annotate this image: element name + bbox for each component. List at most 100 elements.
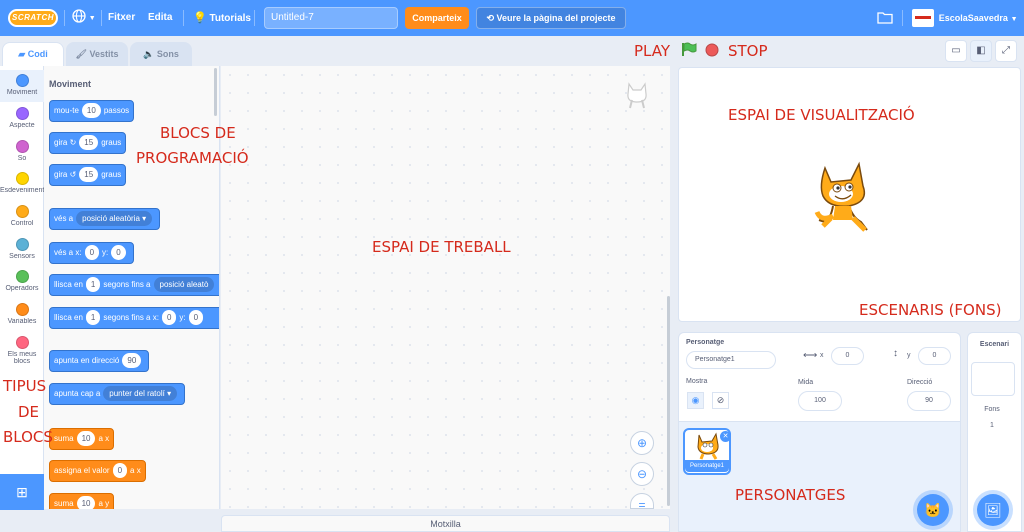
block-point-direction[interactable]: apunta en direcció 90 [49,350,150,372]
block-set-x[interactable]: assigna el valor 0 a x [49,460,146,482]
category-sensing[interactable]: Sensors [0,234,44,266]
palette-scrollbar[interactable] [214,68,217,116]
category-operators[interactable]: Operadors [0,266,44,298]
workspace-scrollbar[interactable] [667,296,670,506]
folder-icon [877,12,893,24]
account-menu[interactable]: EscolaSaavedra ▼ [912,0,1018,36]
block-input[interactable]: 10 [81,103,101,119]
green-flag-icon[interactable] [681,42,697,56]
block-dropdown[interactable]: punter del ratolí ▾ [103,386,178,402]
small-stage-button[interactable]: ▭ [945,40,967,62]
block-input[interactable]: 0 [112,463,128,479]
zoom-out-button[interactable]: ⊖ [630,462,654,486]
delete-sprite-button[interactable]: ✕ [720,431,731,442]
edit-menu[interactable]: Edita [148,0,172,36]
category-label: Els meus [7,351,37,358]
zoom-reset-button[interactable]: = [630,493,654,512]
category-my-blocks[interactable]: Els meus blocs [0,332,44,368]
share-button[interactable]: Comparteix [405,7,469,29]
category-dot [15,303,29,316]
zoom-in-button[interactable]: ⊕ [630,431,654,455]
extension-icon: ⊞ [16,484,28,500]
lightbulb-icon: 💡 [193,12,207,24]
tab-costumes[interactable]: 🖌 Vestits [66,42,128,66]
project-title-input[interactable]: Untitled-7 [264,7,398,29]
choose-backdrop-button[interactable]: 🖼 [977,494,1009,526]
category-label: Aspecte [9,122,35,129]
block-turn-left[interactable]: gira ↺ 15 graus [49,164,127,186]
sprite-cat-image[interactable] [811,160,877,236]
tab-sounds[interactable]: 🔈 Sons [130,42,192,66]
block-glide-xy[interactable]: llisca en 1 segons fins a x: 0 y: 0 [49,307,219,329]
see-project-page-button[interactable]: ⟲ Veure la pàgina del projecte [476,7,626,29]
stop-icon[interactable] [705,43,719,57]
direction-input[interactable]: 90 [907,391,951,411]
block-move-steps[interactable]: mou-te 10 passos [49,100,135,122]
tutorials-button[interactable]: 💡 Tutorials [193,0,251,36]
block-input[interactable]: 0 [188,310,204,326]
block-input[interactable]: 10 [76,496,96,509]
tutorials-label: Tutorials [209,13,251,24]
block-turn-right[interactable]: gira ↻ 15 graus [49,132,127,154]
category-variables[interactable]: Variables [0,299,44,331]
y-position-input[interactable]: 0 [918,347,951,365]
backpack-bar[interactable]: Motxilla [221,515,670,532]
hide-sprite-button[interactable]: ⊘ [712,392,729,409]
sprite-thumbnail-label: Personatge1 [685,460,729,472]
large-stage-icon: ◧ [976,45,986,56]
my-stuff-button[interactable] [877,0,893,36]
file-menu[interactable]: Fitxer [108,0,135,36]
show-sprite-button[interactable]: ◉ [687,392,704,409]
block-input[interactable]: 15 [79,135,99,151]
block-input[interactable]: 10 [76,431,96,447]
backdrop-thumbnail[interactable] [971,362,1015,396]
category-label: Operadors [5,285,39,292]
category-control[interactable]: Control [0,201,44,233]
block-goto[interactable]: vés a posició aleatòria ▾ [49,208,161,230]
block-input[interactable]: 1 [85,277,101,293]
category-sound[interactable]: So [0,136,44,168]
add-extension-button[interactable]: ⊞ [0,474,44,510]
block-goto-xy[interactable]: vés a x: 0 y: 0 [49,242,134,264]
eye-icon: ◉ [691,395,700,405]
annotation-sprites: PERSONATGES [735,486,846,504]
category-label: Moviment [6,89,38,96]
category-events[interactable]: Esdeveniments [0,168,44,200]
sprite-name-input[interactable]: Personatge1 [686,351,776,369]
size-input[interactable]: 100 [798,391,842,411]
block-glide[interactable]: llisca en 1 segons fins a posició aleatò [49,274,219,296]
annotation-workspace: ESPAI DE TREBALL [372,238,511,256]
block-point-towards[interactable]: apunta cap a punter del ratolí ▾ [49,383,186,405]
language-menu-button[interactable]: ▼ [72,0,96,36]
block-text: a y [98,499,110,508]
block-dropdown[interactable]: posició aleatò [153,277,215,293]
avatar [912,9,934,28]
choose-sprite-button[interactable]: 🐱 [917,494,949,526]
block-change-x[interactable]: suma 10 a x [49,428,115,450]
block-change-y[interactable]: suma 10 a y [49,493,115,509]
block-input[interactable]: 15 [79,167,99,183]
x-position-input[interactable]: 0 [831,347,864,365]
block-text: vés a [54,214,74,223]
code-workspace[interactable]: ⊕ ⊖ = [221,66,670,512]
menu-separator [902,10,903,26]
category-label: Sensors [9,253,35,260]
block-input[interactable]: 90 [122,353,142,369]
stage-target-title: Escenari [979,341,1010,348]
category-motion[interactable]: Moviment [0,70,44,102]
chevron-down-icon: ▼ [1010,16,1018,23]
code-icon: ▰ [18,49,26,59]
category-looks[interactable]: Aspecte [0,103,44,135]
fullscreen-button[interactable]: ⤢ [995,40,1017,62]
block-text: a x [130,466,141,475]
large-stage-button[interactable]: ◧ [970,40,992,62]
block-input[interactable]: 0 [84,245,100,261]
scratch-logo[interactable]: SCRATCH [8,9,58,27]
block-input[interactable]: 0 [111,245,126,261]
block-text: segons fins a x: [103,313,159,322]
block-input[interactable]: 0 [161,310,177,326]
tab-code[interactable]: ▰ Codi [2,42,64,67]
block-input[interactable]: 1 [85,310,101,326]
block-dropdown[interactable]: posició aleatòria ▾ [76,211,153,227]
y-axis-icon: ↕ [893,348,898,359]
